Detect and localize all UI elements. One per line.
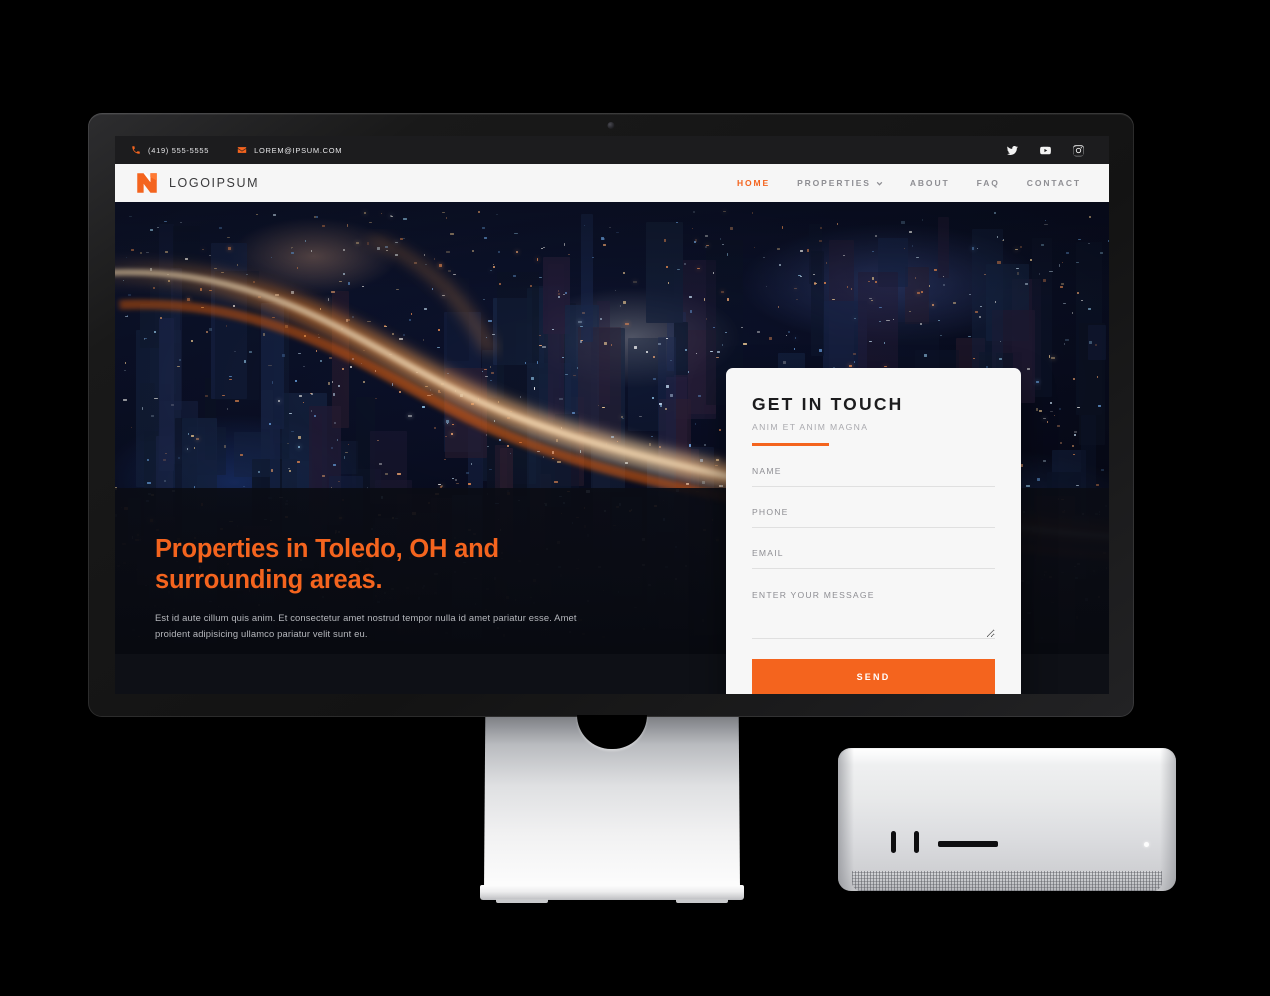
envelope-icon: [237, 147, 247, 153]
nav-links: HOME PROPERTIES ABOUT FAQ CONTACT: [737, 178, 1089, 188]
nav-item-contact[interactable]: CONTACT: [1027, 178, 1081, 188]
studio-right-shading: [1160, 748, 1176, 891]
nav-item-properties[interactable]: PROPERTIES: [797, 178, 883, 188]
contact-form-title: GET IN TOUCH: [752, 394, 904, 414]
send-button[interactable]: SEND: [752, 659, 995, 694]
email-input[interactable]: [752, 548, 995, 569]
nav-label: ABOUT: [909, 178, 950, 188]
contact-form-card: GET IN TOUCH ANIM ET ANIM MAGNA SEND: [726, 368, 1021, 694]
name-input[interactable]: [752, 466, 995, 487]
studio-body: [838, 748, 1176, 891]
instagram-icon[interactable]: [1072, 144, 1085, 157]
phone-icon: [132, 146, 140, 154]
nav-label: HOME: [736, 178, 771, 188]
message-textarea[interactable]: [752, 589, 995, 639]
hero-body-text: Est id aute cillum quis anim. Et consect…: [155, 612, 577, 640]
field-email: [752, 548, 995, 569]
logoipsum-mark-icon: [137, 173, 157, 193]
studio-left-shading: [838, 748, 854, 891]
nav-label: CONTACT: [1026, 178, 1081, 188]
nav-item-home[interactable]: HOME: [737, 178, 770, 188]
phone-contact[interactable]: (419) 555-5555: [131, 145, 209, 155]
field-phone: [752, 507, 995, 528]
nav-label: FAQ: [976, 178, 1000, 188]
nav-item-faq[interactable]: FAQ: [977, 178, 1000, 188]
hero-headline: Properties in Toledo, OH and surrounding…: [155, 535, 499, 595]
monitor-stand: [480, 715, 744, 905]
top-contact-bar: (419) 555-5555 LOREM@IPSUM.COM: [115, 136, 1109, 164]
mac-studio-desktop: [838, 748, 1176, 891]
nav-label: PROPERTIES: [797, 178, 871, 188]
power-indicator-led: [1144, 842, 1149, 847]
chevron-down-icon: [876, 181, 883, 186]
social-links: [1006, 144, 1093, 157]
twitter-icon[interactable]: [1006, 144, 1019, 157]
main-navigation-bar: LOGOIPSUM HOME PROPERTIES ABOUT FAQ CONT…: [115, 164, 1109, 202]
stand-foot-left: [496, 899, 548, 903]
studio-bottom-vent: [852, 871, 1162, 891]
usb-c-port-1: [891, 831, 896, 853]
phone-number: (419) 555-5555: [148, 145, 210, 155]
field-name: [752, 466, 995, 487]
studio-top-highlight: [840, 749, 1174, 765]
contact-form-subtitle: ANIM ET ANIM MAGNA: [752, 422, 869, 432]
monitor-frame: (419) 555-5555 LOREM@IPSUM.COM LOGOIPSUM…: [88, 113, 1134, 717]
sd-card-slot: [938, 841, 998, 847]
nav-item-about[interactable]: ABOUT: [910, 178, 950, 188]
usb-c-port-2: [914, 831, 919, 853]
title-underline: [752, 443, 829, 446]
product-mockup-scene: (419) 555-5555 LOREM@IPSUM.COM LOGOIPSUM…: [0, 0, 1270, 996]
email-contact[interactable]: LOREM@IPSUM.COM: [237, 145, 342, 155]
monitor-screen: (419) 555-5555 LOREM@IPSUM.COM LOGOIPSUM…: [115, 136, 1109, 694]
field-message: [752, 589, 995, 639]
stand-foot-right: [676, 899, 728, 903]
contact-info-group: (419) 555-5555 LOREM@IPSUM.COM: [131, 145, 342, 155]
youtube-icon[interactable]: [1039, 144, 1052, 157]
brand-name: LOGOIPSUM: [169, 176, 260, 190]
phone-input[interactable]: [752, 507, 995, 528]
brand-logo[interactable]: LOGOIPSUM: [135, 171, 259, 195]
email-address: LOREM@IPSUM.COM: [254, 145, 343, 155]
webcam-icon: [607, 122, 615, 129]
stand-base: [480, 885, 744, 900]
